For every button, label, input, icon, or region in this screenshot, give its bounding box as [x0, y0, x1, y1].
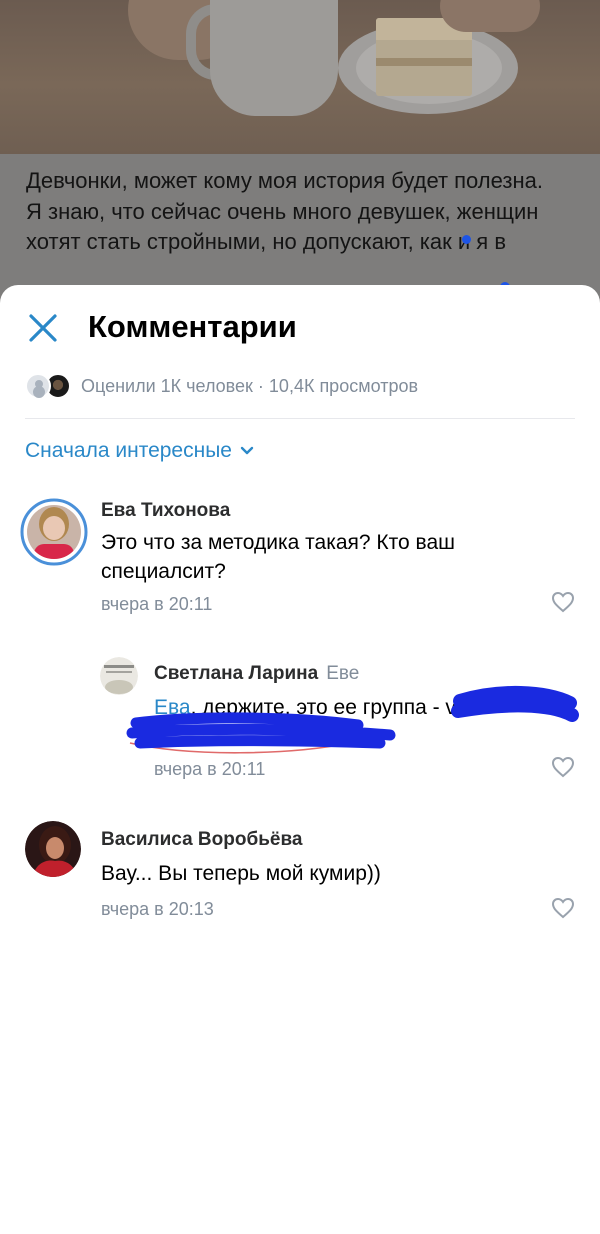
liker-avatar [25, 373, 51, 399]
reply-comment: Светлана Ларина Еве Ева, держите, это ее … [0, 653, 600, 783]
post-background: Девчонки, может кому моя история будет п… [0, 0, 600, 330]
heart-icon[interactable] [551, 756, 575, 778]
sort-label: Сначала интересные [25, 439, 232, 462]
comment-text: Ева, держите, это ее группа - vk [154, 693, 574, 722]
comment-time: вчера в 20:11 [154, 759, 266, 779]
comment-author[interactable]: Ева Тихонова [101, 500, 230, 522]
comment-time: вчера в 20:13 [101, 899, 214, 919]
comment-author-name[interactable]: Светлана Ларина [154, 663, 318, 684]
comment-time: вчера в 20:11 [101, 594, 213, 614]
post-text: Девчонки, может кому моя история будет п… [26, 166, 586, 258]
post-stats[interactable]: Оценили 1К человек · 10,4К просмотров [25, 372, 418, 400]
heart-icon[interactable] [551, 591, 575, 613]
comments-sheet: Комментарии Оценили 1К человек · 10,4К п… [0, 285, 600, 1234]
stats-text: Оценили 1К человек · 10,4К просмотров [81, 375, 419, 396]
comment: Ева Тихонова Это что за методика такая? … [0, 490, 600, 630]
post-text-line1: Девчонки, может кому моя история будет п… [26, 168, 543, 193]
comment: Василиса Воробьёва Вау... Вы теперь мой … [0, 813, 600, 933]
sheet-title: Комментарии [88, 309, 297, 344]
avatar[interactable] [25, 821, 81, 877]
comment-author[interactable]: Светлана Ларина Еве [154, 663, 359, 685]
comment-text: Это что за методика такая? Кто ваш специ… [101, 531, 455, 583]
divider [25, 418, 575, 419]
avatar[interactable] [100, 657, 138, 695]
avatar[interactable] [20, 498, 88, 566]
post-text-line2: Я знаю, что сейчас очень много девушек, … [26, 198, 539, 255]
chevron-down-icon [240, 446, 254, 455]
close-icon[interactable] [26, 311, 60, 345]
heart-icon[interactable] [551, 897, 575, 919]
sort-dropdown[interactable]: Сначала интересные [25, 439, 254, 463]
comment-text-body: , держите, это ее группа - vk [190, 696, 467, 719]
selection-handle-start[interactable] [462, 235, 471, 244]
mention-link[interactable]: Ева [154, 696, 191, 719]
post-photo [0, 0, 600, 154]
comment-text: Вау... Вы теперь мой кумир)) [101, 862, 381, 885]
reply-to-label[interactable]: Еве [326, 663, 359, 684]
comment-author[interactable]: Василиса Воробьёва [101, 829, 302, 851]
